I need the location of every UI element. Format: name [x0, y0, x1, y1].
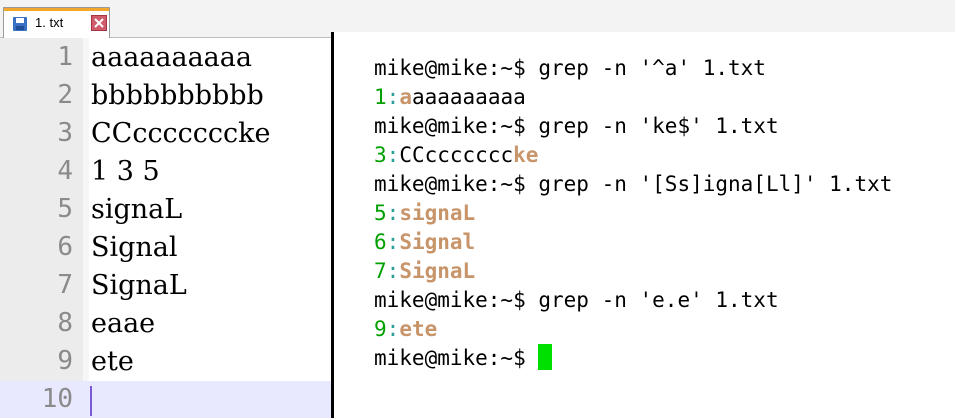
match-highlight: a: [399, 85, 412, 109]
result-separator: :: [386, 230, 400, 254]
result-line-number: 6: [374, 230, 387, 254]
terminal-result-line: 7:SignaL: [374, 257, 475, 285]
result-separator: :: [386, 317, 400, 341]
tab-1-txt[interactable]: 1. txt: [3, 7, 110, 38]
close-icon[interactable]: [91, 15, 107, 31]
line-number: 2: [57, 80, 73, 110]
editor-line[interactable]: ete: [91, 343, 134, 380]
editor-line[interactable]: SignaL: [91, 267, 187, 304]
match-highlight: ke: [513, 143, 539, 167]
prompt: mike@mike:~$: [374, 288, 539, 312]
terminal-result-line: 9:ete: [374, 315, 437, 343]
line-number: 9: [57, 346, 73, 376]
line-number: 6: [57, 232, 73, 262]
command: grep -n 'e.e' 1.txt: [538, 288, 779, 312]
tab-active-indicator: [4, 8, 109, 11]
line-number: 7: [57, 270, 73, 300]
result-separator: :: [386, 259, 400, 283]
line-number: 10: [41, 384, 73, 414]
editor-line[interactable]: eaae: [91, 305, 155, 342]
text-caret: [90, 386, 92, 416]
match-highlight: ete: [399, 317, 438, 341]
terminal-result-line: 3:CCcccccccke: [374, 141, 538, 169]
result-separator: :: [386, 143, 400, 167]
line-number: 3: [57, 118, 73, 148]
line-number: 8: [57, 308, 73, 338]
command: grep -n '^a' 1.txt: [538, 56, 766, 80]
terminal-cursor: [538, 344, 553, 370]
editor-line[interactable]: CCcccccccke: [91, 115, 271, 152]
editor-line[interactable]: signaL: [91, 191, 182, 228]
editor-line[interactable]: 1 3 5: [91, 153, 160, 190]
prompt: mike@mike:~$: [374, 346, 539, 370]
terminal-command-line: mike@mike:~$ grep -n 'ke$' 1.txt: [374, 112, 779, 140]
result-line-number: 1: [374, 85, 387, 109]
save-icon: [13, 17, 27, 31]
terminal-result-line: 5:signaL: [374, 199, 475, 227]
result-separator: :: [386, 201, 400, 225]
command: grep -n '[Ss]igna[Ll]' 1.txt: [538, 172, 893, 196]
result-line-number: 9: [374, 317, 387, 341]
result-text: aaaaaaaaa: [411, 85, 526, 109]
result-separator: :: [386, 85, 400, 109]
line-number: 5: [57, 194, 73, 224]
editor-line[interactable]: bbbbbbbbbb: [91, 77, 264, 114]
match-highlight: signaL: [399, 201, 476, 225]
terminal-command-line: mike@mike:~$ grep -n '^a' 1.txt: [374, 54, 766, 82]
terminal-command-line: mike@mike:~$ grep -n '[Ss]igna[Ll]' 1.tx…: [374, 170, 892, 198]
editor-line[interactable]: aaaaaaaaaa: [91, 39, 252, 76]
result-line-number: 3: [374, 143, 387, 167]
terminal-prompt-line[interactable]: mike@mike:~$: [374, 344, 553, 372]
prompt: mike@mike:~$: [374, 114, 539, 138]
fold-margin: [83, 38, 89, 418]
tab-label: 1. txt: [35, 15, 64, 30]
result-line-number: 7: [374, 259, 387, 283]
terminal-window[interactable]: mike@mike:~$ grep -n '^a' 1.txt 1:aaaaaa…: [331, 32, 955, 418]
prompt: mike@mike:~$: [374, 172, 539, 196]
command: grep -n 'ke$' 1.txt: [538, 114, 779, 138]
match-highlight: Signal: [399, 230, 476, 254]
result-text: CCccccccc: [399, 143, 514, 167]
terminal-result-line: 1:aaaaaaaaaa: [374, 83, 526, 111]
result-line-number: 5: [374, 201, 387, 225]
terminal-result-line: 6:Signal: [374, 228, 475, 256]
line-number: 4: [57, 156, 73, 186]
terminal-command-line: mike@mike:~$ grep -n 'e.e' 1.txt: [374, 286, 779, 314]
match-highlight: SignaL: [399, 259, 476, 283]
prompt: mike@mike:~$: [374, 56, 539, 80]
line-number: 1: [57, 42, 73, 72]
editor-line[interactable]: Signal: [91, 229, 178, 266]
